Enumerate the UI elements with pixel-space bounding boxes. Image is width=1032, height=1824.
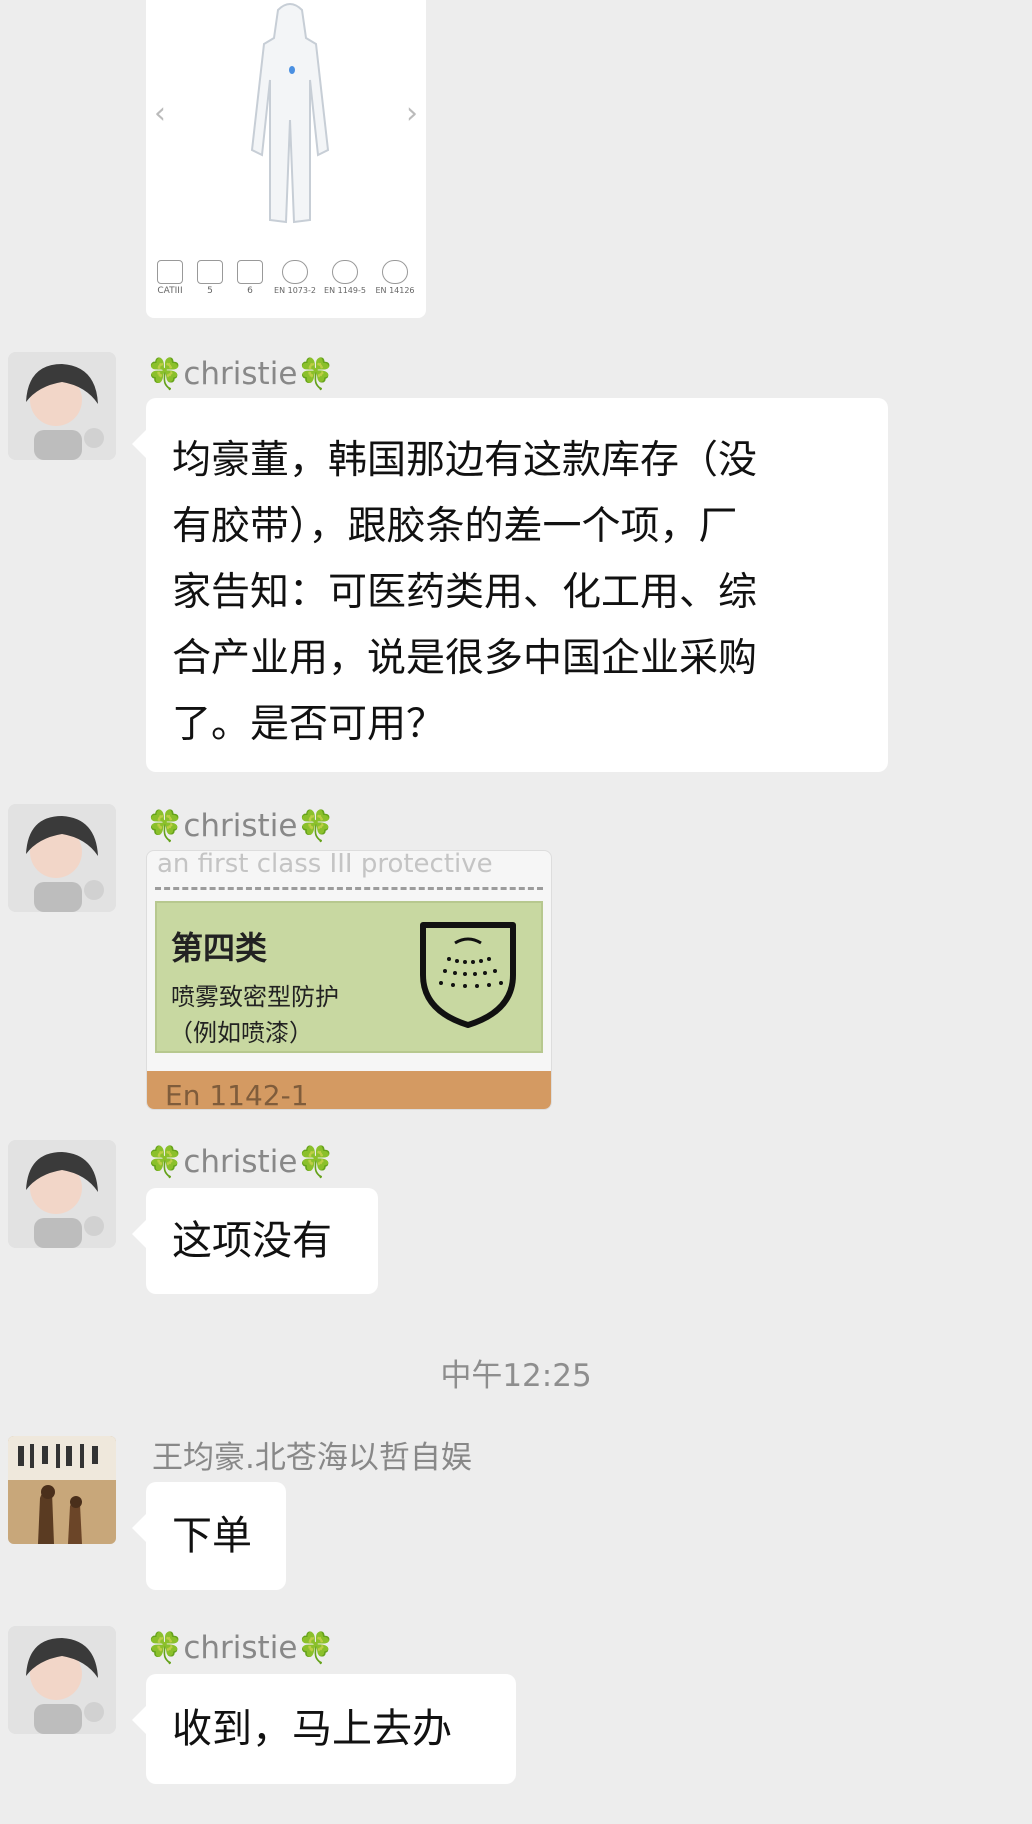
product-image-card[interactable]: ‹ › CATIII 5 6 EN 1073-2 EN 1149-5 EN 14… bbox=[146, 0, 426, 318]
badge-en1073-icon bbox=[282, 260, 308, 284]
sender-name-text: 王均豪.北苍海以哲自娱 bbox=[152, 1440, 472, 1476]
clover-icon: 🍀 bbox=[146, 809, 184, 844]
badge-5-icon bbox=[197, 260, 223, 284]
sender-name-text: christie bbox=[183, 1144, 298, 1180]
badge-catiii: CATIII bbox=[154, 260, 186, 296]
avatar-woman-icon bbox=[8, 1140, 116, 1248]
badge-en1149: EN 1149-5 bbox=[324, 260, 366, 296]
badge-5: 5 bbox=[194, 260, 226, 296]
sender-name-text: christie bbox=[183, 356, 298, 392]
protective-suit-icon bbox=[250, 3, 330, 224]
avatar[interactable] bbox=[8, 804, 116, 912]
clover-icon: 🍀 bbox=[146, 1145, 184, 1180]
dashed-divider bbox=[155, 887, 543, 890]
chat-timestamp: 中午12:25 bbox=[440, 1358, 592, 1394]
category-desc: 喷雾致密型防护 bbox=[171, 983, 339, 1011]
badge-en1149-icon bbox=[332, 260, 358, 284]
badge-en14126: EN 14126 bbox=[374, 260, 416, 296]
message-bubble[interactable]: 收到，马上去办 bbox=[132, 1674, 516, 1784]
avatar-woman-icon bbox=[8, 1626, 116, 1734]
message-line: 有胶带），跟胶条的差一个项，厂 bbox=[172, 504, 738, 549]
badge-en1149-text: EN 1149-5 bbox=[324, 286, 366, 295]
clover-icon: 🍀 bbox=[146, 357, 184, 392]
clover-icon: 🍀 bbox=[297, 1145, 335, 1180]
sender-name-text: christie bbox=[183, 1630, 298, 1666]
spray-shield-icon bbox=[420, 922, 516, 1028]
sender-name: 🍀christie🍀 bbox=[146, 356, 335, 393]
message-line: 合产业用，说是很多中国企业采购 bbox=[172, 636, 758, 681]
message-bubble[interactable]: 均豪董，韩国那边有这款库存（没 有胶带），跟胶条的差一个项，厂 家告知：可医药类… bbox=[132, 398, 888, 772]
image-top-text: an first class III protective bbox=[157, 850, 493, 879]
avatar-woman-icon bbox=[8, 352, 116, 460]
sender-name: 王均豪.北苍海以哲自娱 bbox=[152, 1440, 472, 1476]
badge-en14126-text: EN 14126 bbox=[375, 286, 415, 295]
sender-name: 🍀christie🍀 bbox=[146, 1144, 335, 1181]
image-bottom-text: En 1142-1 bbox=[165, 1079, 309, 1110]
category-example: （例如喷漆） bbox=[169, 1019, 313, 1047]
avatar[interactable] bbox=[8, 352, 116, 460]
avatar[interactable] bbox=[8, 1436, 116, 1544]
avatar-calligraphy-icon bbox=[8, 1436, 116, 1544]
message-bubble[interactable]: 下单 bbox=[132, 1482, 286, 1590]
product-image-arrow-left[interactable]: ‹ bbox=[154, 96, 166, 131]
badge-6-icon bbox=[237, 260, 263, 284]
avatar[interactable] bbox=[8, 1626, 116, 1734]
message-text: 下单 bbox=[172, 1513, 252, 1559]
badge-en14126-icon bbox=[382, 260, 408, 284]
badge-6-text: 6 bbox=[247, 286, 253, 296]
category-title: 第四类 bbox=[171, 929, 268, 967]
message-line: 均豪董，韩国那边有这款库存（没 bbox=[172, 438, 758, 483]
clover-icon: 🍀 bbox=[297, 357, 335, 392]
message-image[interactable]: an first class III protective 第四类 喷雾致密型防… bbox=[146, 850, 552, 1110]
avatar[interactable] bbox=[8, 1140, 116, 1248]
sender-name-text: christie bbox=[183, 808, 298, 844]
sender-name: 🍀christie🍀 bbox=[146, 808, 335, 845]
clover-icon: 🍀 bbox=[146, 1631, 184, 1666]
clover-icon: 🍀 bbox=[297, 1631, 335, 1666]
message-line: 家告知：可医药类用、化工用、综 bbox=[172, 570, 758, 615]
orange-strip: En 1142-1 bbox=[147, 1071, 551, 1109]
badge-catiii-icon bbox=[157, 260, 183, 284]
clover-icon: 🍀 bbox=[297, 809, 335, 844]
badge-5-text: 5 bbox=[207, 286, 213, 296]
badge-en1073-text: EN 1073-2 bbox=[274, 286, 316, 295]
product-image-arrow-right[interactable]: › bbox=[406, 96, 418, 131]
message-line: 了。是否可用？ bbox=[172, 702, 446, 747]
certification-badges: CATIII 5 6 EN 1073-2 EN 1149-5 EN 14126 bbox=[154, 260, 418, 304]
message-bubble[interactable]: 这项没有 bbox=[132, 1188, 378, 1294]
badge-catiii-text: CATIII bbox=[157, 286, 183, 296]
message-text: 收到，马上去办 bbox=[172, 1706, 452, 1752]
category-panel: 第四类 喷雾致密型防护 （例如喷漆） bbox=[155, 901, 543, 1053]
badge-6: 6 bbox=[234, 260, 266, 296]
message-text: 这项没有 bbox=[172, 1218, 332, 1264]
badge-en1073: EN 1073-2 bbox=[274, 260, 316, 296]
sender-name: 🍀christie🍀 bbox=[146, 1630, 335, 1667]
avatar-woman-icon bbox=[8, 804, 116, 912]
